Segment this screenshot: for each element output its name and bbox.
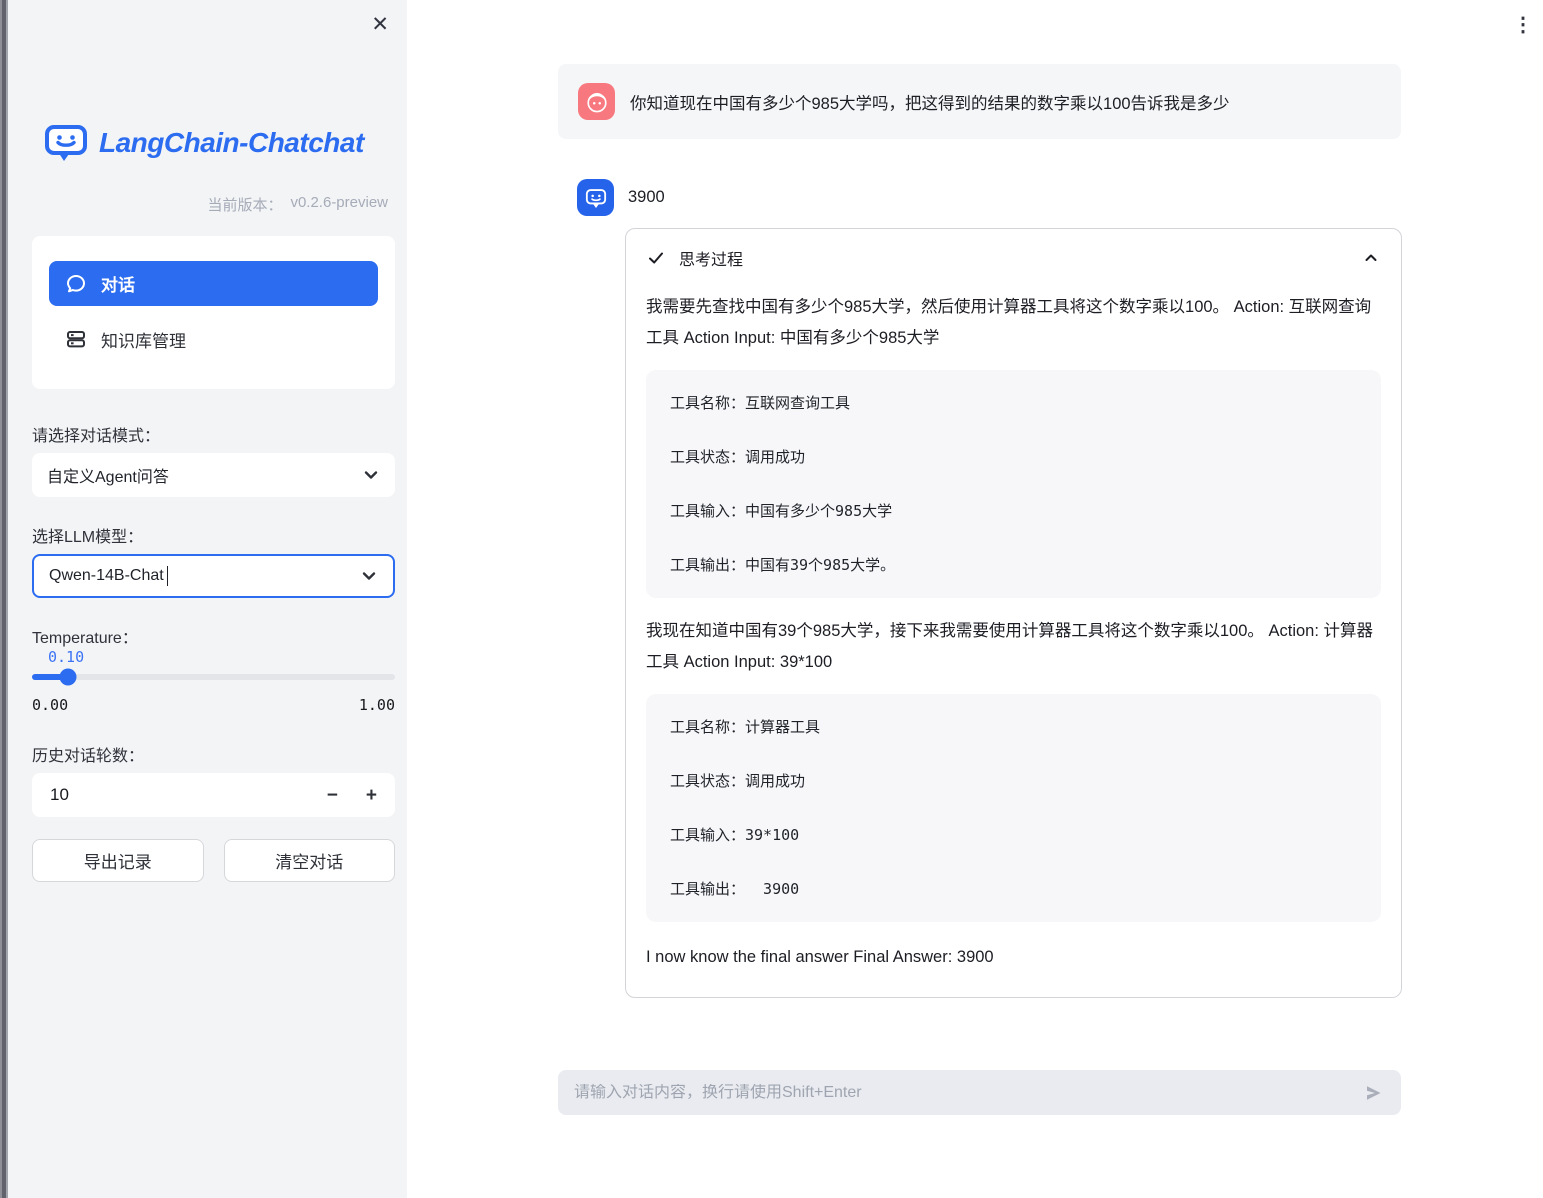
user-avatar (578, 83, 615, 120)
dialog-mode-label: 请选择对话模式： (32, 422, 160, 446)
decrement-button[interactable]: − (327, 786, 338, 805)
sidebar: ✕ LangChain-Chatchat 当前版本：v0.2.6-preview… (8, 0, 407, 1198)
temperature-min: 0.00 (32, 696, 68, 714)
nav-card: 对话 知识库管理 (32, 236, 395, 389)
temperature-value: 0.10 (48, 648, 84, 666)
llm-model-value: Qwen-14B-Chat (49, 567, 164, 585)
chat-input[interactable] (574, 1084, 1359, 1102)
history-rounds-input[interactable]: 10 − + (32, 773, 395, 817)
text-cursor (167, 566, 169, 586)
sidebar-item-dialogue[interactable]: 对话 (49, 261, 378, 306)
thought-step-1: 我需要先查找中国有多少个985大学，然后使用计算器工具将这个数字乘以100。 A… (646, 292, 1381, 354)
thinking-expander-title: 思考过程 (679, 246, 743, 270)
brand: LangChain-Chatchat (44, 122, 364, 164)
thinking-expander-header[interactable]: 思考过程 (626, 229, 1401, 286)
assistant-message: 3900 (577, 179, 665, 216)
history-rounds-label: 历史对话轮数： (32, 742, 144, 766)
send-icon[interactable] (1359, 1080, 1387, 1106)
chat-input-bar (558, 1070, 1401, 1115)
llm-model-label: 选择LLM模型： (32, 523, 143, 547)
llm-model-select[interactable]: Qwen-14B-Chat (32, 554, 395, 598)
sidebar-item-knowledge-base[interactable]: 知识库管理 (49, 319, 378, 359)
clear-dialog-button[interactable]: 清空对话 (224, 839, 396, 882)
overflow-menu-icon[interactable]: ⋮ (1513, 12, 1533, 37)
dialog-mode-value: 自定义Agent问答 (47, 463, 169, 487)
chat-area: 你知道现在中国有多少个985大学吗，把这得到的结果的数字乘以100告诉我是多少 … (558, 0, 1401, 1198)
sidebar-actions: 导出记录 清空对话 (32, 839, 395, 882)
tool-name-line: 工具名称：计算器工具 (670, 718, 1357, 736)
sidebar-close-icon[interactable]: ✕ (371, 14, 389, 35)
export-records-button[interactable]: 导出记录 (32, 839, 204, 882)
window-edge (0, 0, 8, 1198)
chevron-up-icon (1362, 249, 1380, 267)
temperature-range: 0.00 1.00 (32, 696, 395, 714)
sidebar-item-label: 知识库管理 (101, 327, 186, 352)
brand-logo-icon (44, 122, 88, 164)
temperature-slider[interactable] (32, 674, 395, 680)
thinking-expander: 思考过程 我需要先查找中国有多少个985大学，然后使用计算器工具将这个数字乘以1… (625, 228, 1402, 998)
temperature-label: Temperature： (32, 624, 138, 648)
sidebar-item-label: 对话 (101, 271, 135, 296)
thinking-expander-body: 我需要先查找中国有多少个985大学，然后使用计算器工具将这个数字乘以100。 A… (626, 292, 1401, 973)
chat-bubble-icon (65, 273, 87, 295)
temperature-max: 1.00 (359, 696, 395, 714)
thought-step-2: 我现在知道中国有39个985大学，接下来我需要使用计算器工具将这个数字乘以100… (646, 616, 1381, 678)
tool-call-box-2: 工具名称：计算器工具 工具状态：调用成功 工具输入：39*100 工具输出： 3… (646, 694, 1381, 922)
version-text: 当前版本：v0.2.6-preview (207, 194, 388, 215)
temperature-slider-thumb[interactable] (60, 669, 77, 686)
history-rounds-value[interactable]: 10 (50, 785, 69, 805)
tool-input-line: 工具输入：39*100 (670, 826, 1357, 844)
final-answer-text: I now know the final answer Final Answer… (646, 942, 1381, 973)
database-icon (65, 328, 87, 350)
tool-output-line: 工具输出：中国有39个985大学。 (670, 556, 1357, 574)
brand-name: LangChain-Chatchat (99, 127, 364, 159)
tool-input-line: 工具输入：中国有多少个985大学 (670, 502, 1357, 520)
chevron-down-icon (360, 567, 378, 585)
chevron-down-icon (362, 466, 380, 484)
tool-name-line: 工具名称：互联网查询工具 (670, 394, 1357, 412)
check-icon (647, 249, 665, 267)
tool-status-line: 工具状态：调用成功 (670, 772, 1357, 790)
dialog-mode-select[interactable]: 自定义Agent问答 (32, 453, 395, 497)
tool-status-line: 工具状态：调用成功 (670, 448, 1357, 466)
user-message: 你知道现在中国有多少个985大学吗，把这得到的结果的数字乘以100告诉我是多少 (558, 64, 1401, 139)
user-message-text: 你知道现在中国有多少个985大学吗，把这得到的结果的数字乘以100告诉我是多少 (630, 90, 1230, 114)
assistant-avatar (577, 179, 614, 216)
increment-button[interactable]: + (366, 786, 377, 805)
tool-call-box-1: 工具名称：互联网查询工具 工具状态：调用成功 工具输入：中国有多少个985大学 … (646, 370, 1381, 598)
tool-output-line: 工具输出： 3900 (670, 880, 1357, 898)
assistant-answer-text: 3900 (628, 188, 665, 207)
